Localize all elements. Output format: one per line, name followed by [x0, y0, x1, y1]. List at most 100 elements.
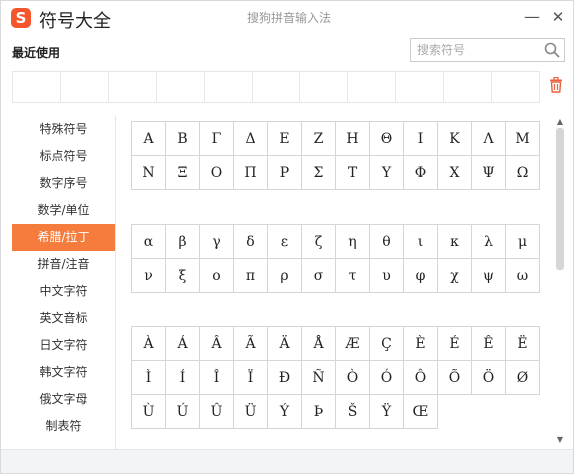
symbol-cell[interactable]: β: [166, 225, 200, 259]
symbol-cell[interactable]: Š: [336, 395, 370, 429]
symbol-cell[interactable]: ρ: [268, 259, 302, 293]
trash-icon[interactable]: [549, 77, 563, 93]
symbol-cell[interactable]: Ψ: [472, 156, 506, 190]
scroll-up-arrow-icon[interactable]: ▲: [553, 116, 567, 128]
symbol-cell[interactable]: Å: [302, 327, 336, 361]
symbol-cell[interactable]: Ö: [472, 361, 506, 395]
symbol-cell[interactable]: Ô: [404, 361, 438, 395]
symbol-cell[interactable]: Κ: [438, 122, 472, 156]
sidebar-item[interactable]: 日文字符: [12, 332, 115, 359]
symbol-cell[interactable]: Τ: [336, 156, 370, 190]
symbol-cell[interactable]: ο: [200, 259, 234, 293]
symbol-cell[interactable]: λ: [472, 225, 506, 259]
sidebar-item[interactable]: 制表符: [12, 413, 115, 440]
scroll-down-arrow-icon[interactable]: ▼: [553, 434, 567, 446]
sidebar-item[interactable]: 拼音/注音: [12, 251, 115, 278]
symbol-cell[interactable]: χ: [438, 259, 472, 293]
symbol-cell[interactable]: Ê: [472, 327, 506, 361]
symbol-cell[interactable]: Â: [200, 327, 234, 361]
recent-symbol-slot[interactable]: [13, 72, 61, 102]
symbol-cell[interactable]: Β: [166, 122, 200, 156]
symbol-cell[interactable]: Ë: [506, 327, 540, 361]
symbol-cell[interactable]: Ρ: [268, 156, 302, 190]
symbol-cell[interactable]: Φ: [404, 156, 438, 190]
symbol-cell[interactable]: Ñ: [302, 361, 336, 395]
symbol-cell[interactable]: Υ: [370, 156, 404, 190]
symbol-cell[interactable]: θ: [370, 225, 404, 259]
symbol-cell[interactable]: Ζ: [302, 122, 336, 156]
symbol-cell[interactable]: υ: [370, 259, 404, 293]
sidebar-item[interactable]: 韩文字符: [12, 359, 115, 386]
sidebar-item[interactable]: 数学/单位: [12, 197, 115, 224]
symbol-cell[interactable]: Ò: [336, 361, 370, 395]
recent-symbol-slot[interactable]: [61, 72, 109, 102]
recent-symbol-slot[interactable]: [300, 72, 349, 102]
sidebar-item[interactable]: 英文音标: [12, 305, 115, 332]
symbol-cell[interactable]: Σ: [302, 156, 336, 190]
symbol-cell[interactable]: ζ: [302, 225, 336, 259]
sidebar-item[interactable]: 俄文字母: [12, 386, 115, 413]
symbol-cell[interactable]: ψ: [472, 259, 506, 293]
symbol-cell[interactable]: Χ: [438, 156, 472, 190]
symbol-cell[interactable]: À: [132, 327, 166, 361]
sidebar-item[interactable]: 数字序号: [12, 170, 115, 197]
symbol-cell[interactable]: ι: [404, 225, 438, 259]
symbol-cell[interactable]: Œ: [404, 395, 438, 429]
symbol-cell[interactable]: κ: [438, 225, 472, 259]
symbol-cell[interactable]: Λ: [472, 122, 506, 156]
symbol-cell[interactable]: Á: [166, 327, 200, 361]
symbol-cell[interactable]: Þ: [302, 395, 336, 429]
symbol-cell[interactable]: Ο: [200, 156, 234, 190]
symbol-cell[interactable]: Í: [166, 361, 200, 395]
symbol-cell[interactable]: Ν: [132, 156, 166, 190]
symbol-cell[interactable]: Ä: [268, 327, 302, 361]
symbol-cell[interactable]: Ÿ: [370, 395, 404, 429]
sidebar-item[interactable]: 标点符号: [12, 143, 115, 170]
symbol-cell[interactable]: Η: [336, 122, 370, 156]
search-icon[interactable]: [543, 41, 561, 59]
symbol-cell[interactable]: δ: [234, 225, 268, 259]
minimize-icon[interactable]: —: [521, 7, 543, 27]
recent-symbol-slot[interactable]: [205, 72, 253, 102]
symbol-cell[interactable]: ω: [506, 259, 540, 293]
symbol-cell[interactable]: η: [336, 225, 370, 259]
symbol-cell[interactable]: Ó: [370, 361, 404, 395]
symbol-cell[interactable]: É: [438, 327, 472, 361]
symbol-cell[interactable]: ε: [268, 225, 302, 259]
symbol-cell[interactable]: ξ: [166, 259, 200, 293]
symbol-cell[interactable]: Ω: [506, 156, 540, 190]
symbol-cell[interactable]: È: [404, 327, 438, 361]
symbol-cell[interactable]: Æ: [336, 327, 370, 361]
recent-symbol-slot[interactable]: [492, 72, 539, 102]
symbol-cell[interactable]: Ð: [268, 361, 302, 395]
symbol-cell[interactable]: Π: [234, 156, 268, 190]
symbol-cell[interactable]: Ï: [234, 361, 268, 395]
symbol-cell[interactable]: ν: [132, 259, 166, 293]
symbol-cell[interactable]: Ã: [234, 327, 268, 361]
symbol-cell[interactable]: τ: [336, 259, 370, 293]
recent-symbol-slot[interactable]: [253, 72, 301, 102]
recent-symbol-slot[interactable]: [444, 72, 493, 102]
recent-symbol-slot[interactable]: [396, 72, 445, 102]
symbol-cell[interactable]: Ý: [268, 395, 302, 429]
symbol-cell[interactable]: Ú: [166, 395, 200, 429]
search-input[interactable]: [411, 39, 541, 61]
symbol-cell[interactable]: Α: [132, 122, 166, 156]
symbol-cell[interactable]: π: [234, 259, 268, 293]
scroll-thumb[interactable]: [556, 128, 564, 270]
symbol-cell[interactable]: Ι: [404, 122, 438, 156]
recent-symbol-slot[interactable]: [348, 72, 397, 102]
symbol-cell[interactable]: Δ: [234, 122, 268, 156]
symbol-cell[interactable]: Ξ: [166, 156, 200, 190]
recent-symbol-slot[interactable]: [157, 72, 205, 102]
symbol-cell[interactable]: Ù: [132, 395, 166, 429]
symbol-cell[interactable]: φ: [404, 259, 438, 293]
symbol-cell[interactable]: Õ: [438, 361, 472, 395]
symbol-cell[interactable]: Î: [200, 361, 234, 395]
sidebar-item[interactable]: 中文字符: [12, 278, 115, 305]
symbol-cell[interactable]: Ø: [506, 361, 540, 395]
symbol-cell[interactable]: Γ: [200, 122, 234, 156]
symbol-cell[interactable]: Ì: [132, 361, 166, 395]
recent-symbol-slot[interactable]: [109, 72, 157, 102]
symbol-cell[interactable]: μ: [506, 225, 540, 259]
